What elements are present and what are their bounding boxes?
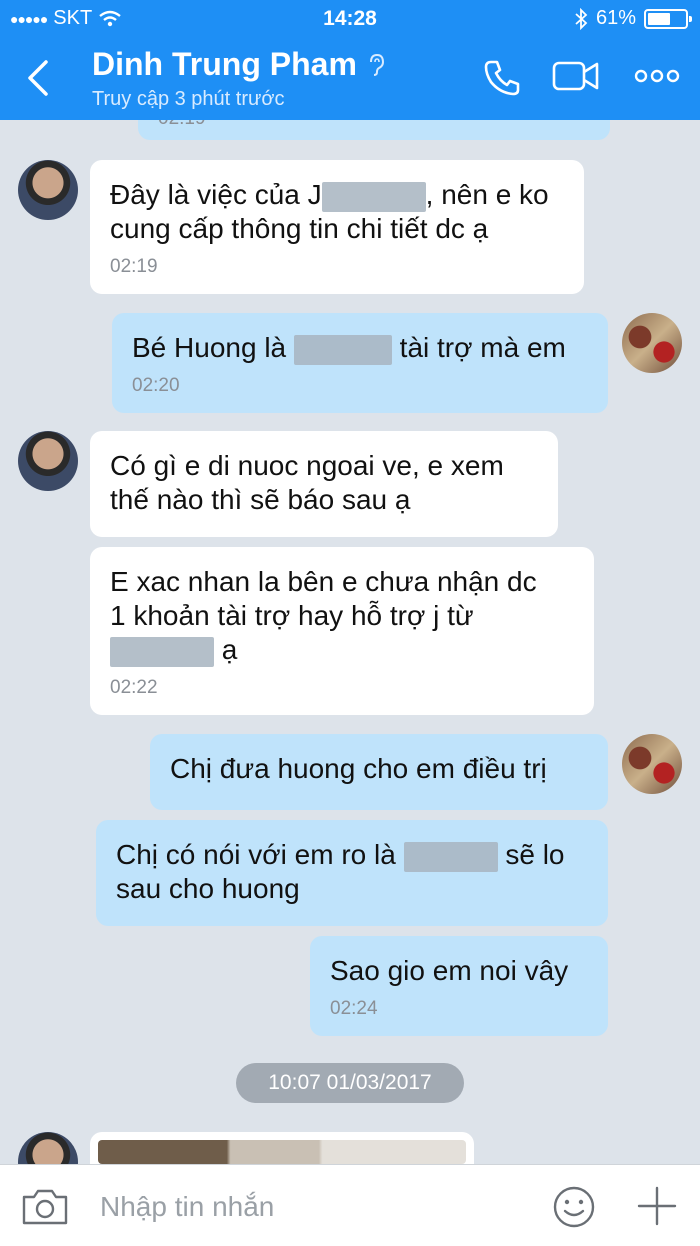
battery-fill [648,12,670,25]
plus-icon[interactable] [636,1185,678,1227]
message-text-line: Chị có nói với em ro là sẽ lo [116,838,588,872]
message-text-line: Sao gio em noi vây [330,955,569,986]
message-bubble-outgoing[interactable]: Bé Huong là tài trợ mà em 02:20 [112,313,608,413]
message-text: Bé Huong là [132,332,294,363]
video-camera-icon[interactable] [552,58,600,94]
date-separator: 10:07 01/03/2017 [236,1063,464,1103]
message-text-line: E xac nhan la bên e chưa nhận dc [110,566,537,597]
message-time: 02:20 [132,375,180,396]
status-right: 61% [574,7,692,30]
camera-icon[interactable] [20,1187,70,1227]
message-text-line: Bé Huong là tài trợ mà em [132,331,588,365]
message-text: sẽ lo [505,839,565,870]
phone-icon[interactable] [482,58,522,98]
contact-name[interactable]: Dinh Trung Pham [92,46,385,83]
more-icon[interactable] [634,68,680,84]
status-bar: ●●●●● SKT 14:28 61% [0,0,700,38]
back-icon[interactable] [20,56,60,100]
chat-header: ●●●●● SKT 14:28 61% Dinh Trung Pham Truy… [0,0,700,120]
message-text: Chị có nói với em ro là [116,839,404,870]
message-text-line: Có gì e di nuoc ngoai ve, e xem [110,450,504,481]
message-text-line: Đây là việc của J , nên e ko [110,178,564,212]
message-bubble-outgoing[interactable]: Chị có nói với em ro là sẽ lo sau cho hu… [96,820,608,926]
bluetooth-icon [575,7,588,30]
ear-icon [369,53,384,76]
redacted-block [321,181,426,212]
message-bubble-outgoing[interactable]: Sao gio em noi vây 02:24 [310,936,608,1036]
contact-avatar[interactable] [18,160,78,220]
message-time: 02:22 [110,677,158,698]
photo-message[interactable] [90,1132,474,1164]
redacted-block [110,636,214,667]
message-input-bar: Nhập tin nhắn [0,1164,700,1246]
contact-name-label: Dinh Trung Pham [92,46,357,82]
message-bubble-incoming[interactable]: Có gì e di nuoc ngoai ve, e xem thế nào … [90,431,558,537]
message-text-line: 1 khoản tài trợ hay hỗ trợ j từ [110,600,474,631]
message-time: 02:24 [330,998,378,1019]
message-text-line: sau cho huong [116,873,300,904]
emoji-icon[interactable] [552,1185,596,1229]
message-bubble-outgoing[interactable]: Chị đưa huong cho em điều trị [150,734,608,810]
contact-avatar[interactable] [18,431,78,491]
message-time: 02:19 [158,120,590,130]
message-text-line: Chị đưa huong cho em điều trị [170,753,547,784]
redacted-block [293,334,392,365]
message-text: ạ [221,634,238,665]
user-avatar[interactable] [622,734,682,794]
message-bubble-outgoing[interactable]: 02:19 [138,120,610,140]
battery-icon [644,8,692,29]
message-bubble-incoming[interactable]: E xac nhan la bên e chưa nhận dc 1 khoản… [90,547,594,715]
last-seen: Truy cập 3 phút trước [92,88,285,110]
message-text: Đây là việc của J [110,179,322,210]
message-bubble-incoming[interactable]: Đây là việc của J , nên e ko cung cấp thô… [90,160,584,294]
message-text-line: cung cấp thông tin chi tiết dc ạ [110,213,489,244]
battery-percent: 61% [595,7,636,29]
user-avatar[interactable] [622,313,682,373]
redacted-block [403,841,498,872]
chat-area[interactable]: 02:19 Đây là việc của J , nên e ko cung c… [0,120,700,1164]
message-text-line: thế nào thì sẽ báo sau ạ [110,484,411,515]
photo-thumbnail[interactable] [98,1140,466,1164]
message-text: , nên e ko [425,179,549,210]
message-text: tài trợ mà em [399,332,566,363]
message-time: 02:19 [110,256,158,277]
message-input[interactable]: Nhập tin nhắn [100,1191,274,1223]
message-text-line: ạ [110,633,574,667]
contact-avatar[interactable] [18,1132,78,1164]
